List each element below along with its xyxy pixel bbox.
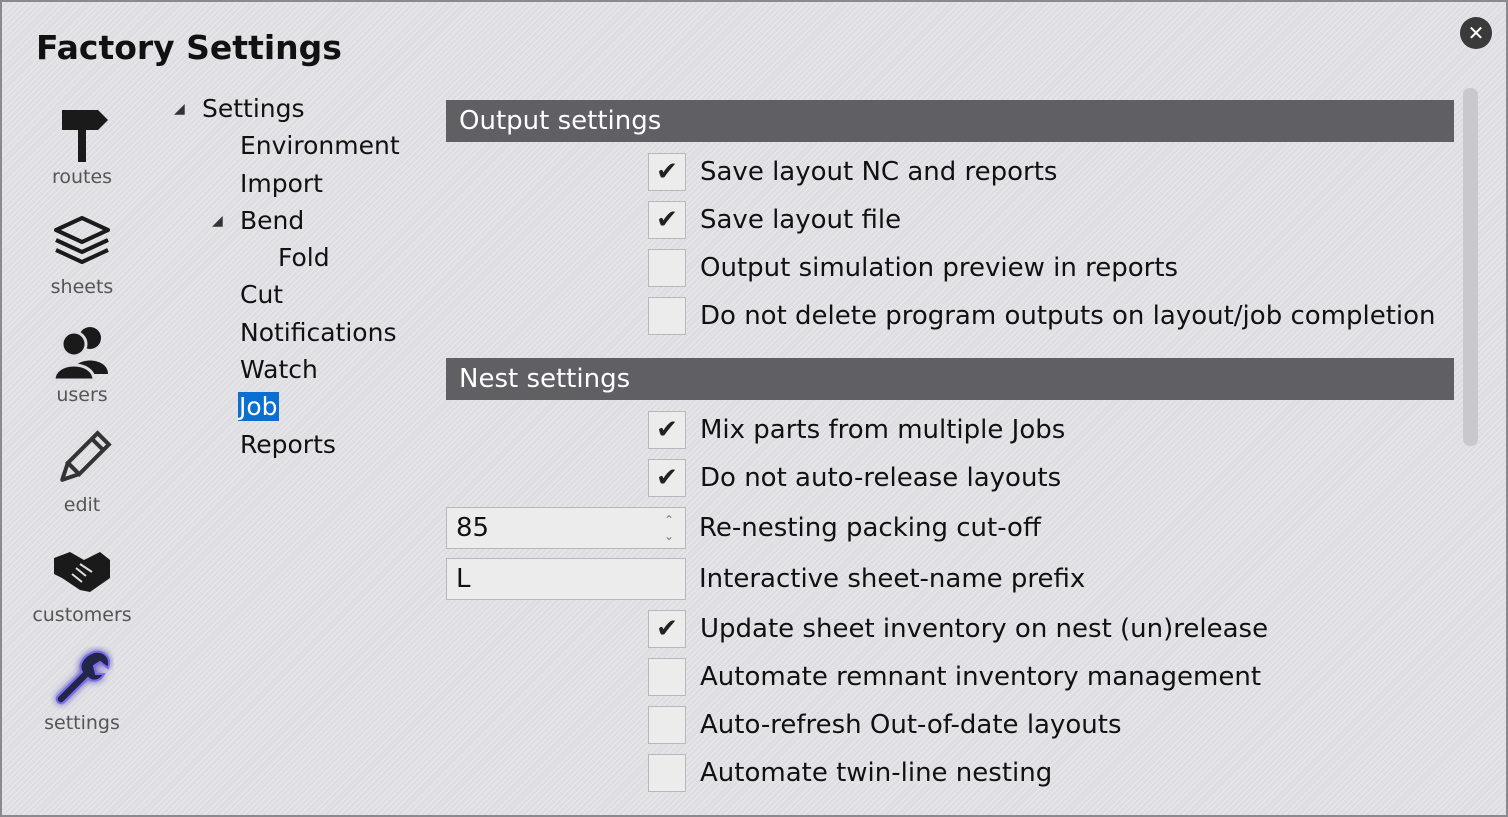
packing-cutoff-value: 85 [456,513,490,543]
tree-expander-bend[interactable]: ◢ [212,213,223,229]
close-icon[interactable]: ✕ [1460,17,1492,49]
option-twin-line-nesting[interactable]: Automate twin-line nesting [648,753,1052,793]
option-do-not-delete-outputs[interactable]: Do not delete program outputs on layout/… [648,296,1436,336]
settings-window: Factory Settings ✕ routes sheets users e… [0,0,1508,817]
nest-settings-header: Nest settings [446,358,1454,400]
nav-label-routes: routes [51,166,113,188]
checkbox[interactable] [648,297,686,335]
tree-item-fold[interactable]: Fold [278,241,330,275]
nav-label-customers: customers [32,604,132,626]
nav-label-settings: settings [44,712,120,734]
option-auto-refresh[interactable]: Auto-refresh Out-of-date layouts [648,705,1121,745]
checkbox[interactable]: ✔ [648,610,686,648]
wrench-icon [55,650,110,705]
checkbox[interactable]: ✔ [648,201,686,239]
nav-label-users: users [56,384,108,406]
tree-item-notifications[interactable]: Notifications [240,316,396,350]
option-label: Output simulation preview in reports [700,253,1179,283]
checkbox[interactable]: ✔ [648,411,686,449]
nav-item-users[interactable]: users [22,318,142,406]
nav-item-routes[interactable]: routes [22,100,142,188]
option-simulation-preview[interactable]: Output simulation preview in reports [648,248,1178,288]
users-icon [52,327,108,382]
option-label: Automate twin-line nesting [700,758,1053,788]
pencil-icon [60,430,112,482]
option-remnant-inventory[interactable]: Automate remnant inventory management [648,657,1261,697]
tree-item-bend[interactable]: Bend [240,204,304,238]
signpost-icon [62,110,108,162]
option-label: Save layout file [700,205,902,235]
option-label: Automate remnant inventory management [700,662,1262,692]
tree-item-environment[interactable]: Environment [240,129,400,163]
packing-cutoff-label: Re-nesting packing cut-off [699,513,1041,543]
tree-expander-settings[interactable]: ◢ [174,101,185,117]
option-label: Do not auto-release layouts [700,463,1062,493]
tree-item-import[interactable]: Import [240,167,323,201]
option-label: Do not delete program outputs on layout/… [700,301,1436,331]
vertical-scrollbar[interactable] [1463,88,1478,446]
option-update-sheet-inventory[interactable]: ✔ Update sheet inventory on nest (un)rel… [648,609,1268,649]
checkbox[interactable] [648,754,686,792]
nav-label-sheets: sheets [50,276,114,298]
option-save-layout-file[interactable]: ✔ Save layout file [648,200,901,240]
tree-item-cut[interactable]: Cut [240,278,283,312]
tree-item-reports[interactable]: Reports [240,428,336,462]
option-label: Auto-refresh Out-of-date layouts [700,710,1122,740]
window-title: Factory Settings [36,28,342,67]
stacked-sheets-icon [54,216,110,264]
option-label: Mix parts from multiple Jobs [700,415,1066,445]
checkbox[interactable]: ✔ [648,153,686,191]
packing-cutoff-stepper[interactable]: 85 ⌃ ⌄ [446,507,686,549]
tree-item-job[interactable]: Job [238,390,279,424]
tree-item-settings[interactable]: Settings [202,92,305,126]
nav-item-settings[interactable]: settings [22,646,142,734]
spinner-arrows[interactable]: ⌃ ⌄ [662,512,676,544]
checkbox[interactable] [648,658,686,696]
nav-item-edit[interactable]: edit [22,428,142,516]
sheet-prefix-label: Interactive sheet-name prefix [699,564,1086,594]
option-mix-parts[interactable]: ✔ Mix parts from multiple Jobs [648,410,1065,450]
checkbox[interactable] [648,706,686,744]
option-label: Save layout NC and reports [700,157,1058,187]
output-settings-header: Output settings [446,100,1454,142]
checkbox[interactable] [648,249,686,287]
sheet-prefix-input[interactable]: L [446,558,686,600]
option-save-layout-nc[interactable]: ✔ Save layout NC and reports [648,152,1057,192]
nav-item-sheets[interactable]: sheets [22,210,142,298]
checkbox[interactable]: ✔ [648,459,686,497]
handshake-icon [54,552,110,592]
chevron-down-icon[interactable]: ⌄ [662,528,676,544]
sheet-prefix-value: L [456,564,471,594]
nav-item-customers[interactable]: customers [22,538,142,626]
chevron-up-icon[interactable]: ⌃ [662,512,676,528]
nav-label-edit: edit [63,494,101,516]
tree-item-watch[interactable]: Watch [240,353,318,387]
option-label: Update sheet inventory on nest (un)relea… [700,614,1269,644]
option-no-auto-release[interactable]: ✔ Do not auto-release layouts [648,458,1061,498]
